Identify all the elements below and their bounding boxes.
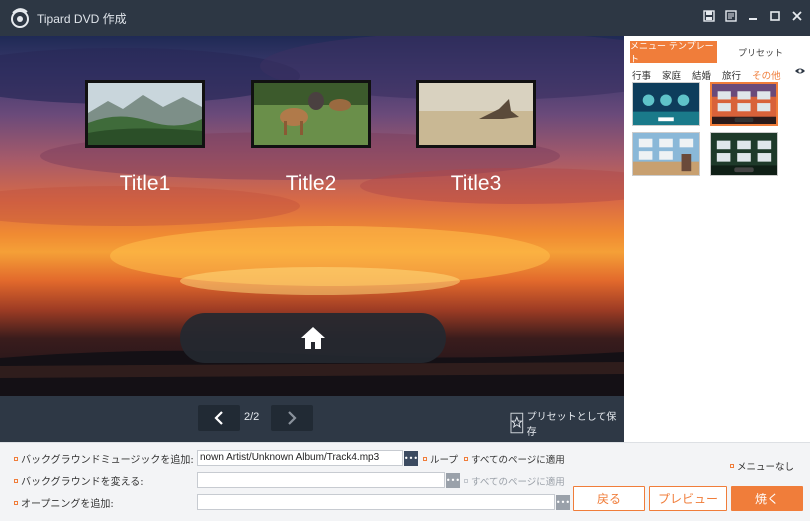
tab-menu-template[interactable]: メニュー テンプレート (630, 41, 717, 65)
title2-label[interactable]: Title2 (251, 172, 371, 196)
bg-music-label: バックグラウンドミュージックを追加: (21, 455, 194, 466)
title2-thumbnail[interactable] (251, 80, 371, 148)
feedback-icon[interactable] (723, 8, 738, 23)
template-thumbnail-selected[interactable] (710, 82, 778, 126)
title1-label[interactable]: Title1 (85, 172, 205, 196)
minimize-icon[interactable] (745, 8, 760, 23)
settings-panel: バックグラウンドミュージックを追加: nown Artist/Unknown A… (0, 442, 810, 521)
bullet-icon (14, 456, 18, 461)
template-thumbnail[interactable] (632, 82, 700, 126)
bg-music-browse-button[interactable]: ••• (404, 451, 418, 466)
opening-label-row: オープニングを追加: (14, 495, 114, 510)
category-family[interactable]: 家庭 (662, 68, 681, 82)
loop-label: ループ (430, 455, 458, 466)
change-bg-label-row: バックグラウンドを変える: (14, 473, 144, 488)
close-icon[interactable] (789, 8, 804, 23)
save-as-preset-button[interactable]: プリセットとして保存 (510, 408, 624, 438)
home-icon (301, 327, 325, 349)
bg-music-label-row: バックグラウンドミュージックを追加: (14, 451, 194, 466)
category-wedding[interactable]: 結婚 (692, 68, 711, 82)
bg-image-path-field[interactable] (197, 472, 445, 488)
bullet-icon (14, 478, 18, 483)
title-bar: Tipard DVD 作成 (0, 0, 810, 36)
eye-icon[interactable] (794, 67, 806, 75)
app-window: Tipard DVD 作成 Title1 Title2 Title3 2/2 プ… (0, 0, 810, 521)
maximize-icon[interactable] (767, 8, 782, 23)
title1-thumbnail[interactable] (85, 80, 205, 148)
menu-preview: Title1 Title2 Title3 (0, 36, 624, 396)
apply-all-music-checkbox[interactable]: すべてのページに適用 (464, 452, 565, 466)
template-thumbnail[interactable] (710, 132, 778, 176)
back-button[interactable]: 戻る (573, 486, 645, 511)
opening-label: オープニングを追加: (21, 499, 114, 510)
no-menu-label: メニューなし (737, 462, 795, 473)
loop-checkbox[interactable]: ループ (423, 452, 458, 466)
checkbox-icon (464, 457, 468, 461)
bg-image-browse-button[interactable]: ••• (446, 473, 460, 488)
category-events[interactable]: 行事 (632, 68, 651, 82)
tab-preset[interactable]: プリセット (717, 41, 804, 63)
title3-thumbnail[interactable] (416, 80, 536, 148)
category-other[interactable]: その他 (752, 68, 781, 82)
checkbox-icon (423, 457, 427, 461)
change-bg-label: バックグラウンドを変える: (21, 477, 144, 488)
home-button[interactable] (180, 313, 446, 363)
no-menu-checkbox[interactable]: メニューなし (730, 459, 794, 473)
opening-browse-button[interactable]: ••• (556, 495, 570, 510)
chevron-right-icon (288, 411, 297, 425)
preview-button[interactable]: プレビュー (649, 486, 727, 511)
star-icon (510, 412, 524, 434)
chevron-left-icon (214, 411, 223, 425)
checkbox-icon (730, 464, 734, 468)
save-preset-label: プリセットとして保存 (526, 412, 617, 438)
category-travel[interactable]: 旅行 (722, 68, 741, 82)
page-indicator: 2/2 (244, 411, 260, 423)
app-logo-icon (11, 8, 29, 28)
opening-path-field[interactable] (197, 494, 555, 510)
next-page-button[interactable] (271, 405, 313, 431)
template-panel: メニュー テンプレート プリセット 行事 家庭 結婚 旅行 その他 (624, 36, 810, 442)
preview-nav-bar: 2/2 プリセットとして保存 (0, 396, 624, 442)
checkbox-icon (464, 479, 468, 483)
template-thumbnail[interactable] (632, 132, 700, 176)
prev-page-button[interactable] (198, 405, 240, 431)
burn-button[interactable]: 焼く (731, 486, 803, 511)
app-title: Tipard DVD 作成 (37, 11, 127, 26)
bullet-icon (14, 500, 18, 505)
title3-label[interactable]: Title3 (416, 172, 536, 196)
apply-all-bg-checkbox[interactable]: すべてのページに適用 (464, 474, 565, 488)
apply-all-music-label: すべてのページに適用 (471, 455, 565, 466)
save-project-icon[interactable] (701, 8, 716, 23)
bg-music-path-field[interactable]: nown Artist/Unknown Album/Track4.mp3 (197, 450, 403, 466)
apply-all-bg-label: すべてのページに適用 (471, 477, 565, 488)
